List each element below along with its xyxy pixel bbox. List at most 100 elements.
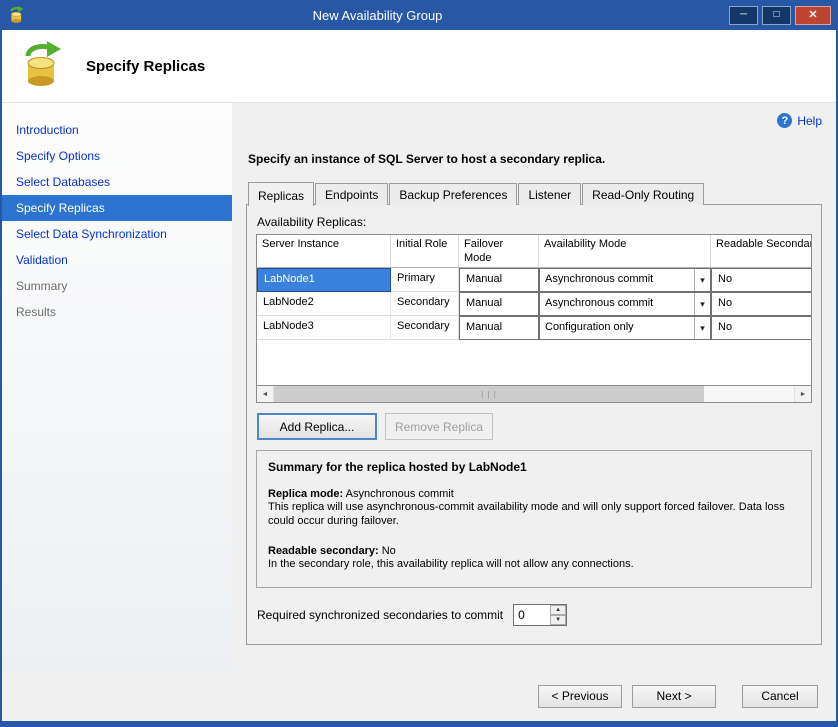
help-link[interactable]: Help	[797, 114, 822, 128]
sidebar-item-introduction[interactable]: Introduction	[2, 117, 232, 143]
availability-replicas-label: Availability Replicas:	[257, 215, 812, 229]
tab-backup-preferences[interactable]: Backup Preferences	[389, 183, 517, 205]
previous-button[interactable]: < Previous	[538, 685, 622, 708]
failover-mode-cell[interactable]: Manual	[459, 316, 539, 340]
column-header-initial-role[interactable]: Initial Role	[391, 235, 459, 267]
minimize-icon: ─	[740, 10, 747, 20]
sidebar-item-specify-options[interactable]: Specify Options	[2, 143, 232, 169]
replica-row-labnode1[interactable]: LabNode1 Primary Manual Asynchronous com…	[257, 268, 811, 292]
readable-secondary-cell[interactable]: No	[711, 316, 812, 340]
remove-replica-button: Remove Replica	[385, 413, 493, 440]
availability-mode-cell: Asynchronous commit ▾	[539, 268, 711, 292]
availability-mode-combo[interactable]: Asynchronous commit ▾	[540, 293, 710, 315]
sidebar-item-results: Results	[2, 299, 232, 325]
chevron-down-icon[interactable]: ▾	[694, 293, 710, 315]
replica-mode-line: Replica mode: Asynchronous commit	[268, 488, 800, 500]
sidebar-item-specify-replicas[interactable]: Specify Replicas	[2, 195, 232, 221]
help-row: ? Help	[246, 113, 822, 128]
readable-secondary-label: Readable secondary:	[268, 545, 379, 557]
window-controls: ─ □ ✕	[729, 6, 831, 25]
availability-group-icon	[20, 41, 66, 92]
wizard-header: Specify Replicas	[2, 30, 836, 103]
column-header-readable-secondary[interactable]: Readable Secondary	[711, 235, 812, 267]
wizard-steps-sidebar: Introduction Specify Options Select Data…	[2, 103, 232, 671]
chevron-down-icon[interactable]: ▾	[694, 317, 710, 339]
readable-secondary-value: No	[382, 545, 396, 557]
readable-secondary-cell[interactable]: No	[711, 292, 812, 316]
maximize-icon: □	[773, 10, 779, 20]
wizard-footer: < Previous Next > Cancel	[2, 671, 836, 721]
help-icon[interactable]: ?	[777, 113, 792, 128]
replica-mode-label: Replica mode:	[268, 488, 343, 500]
scroll-right-icon[interactable]: ►	[794, 386, 811, 402]
replica-row-labnode2[interactable]: LabNode2 Secondary Manual Asynchronous c…	[257, 292, 811, 316]
readable-secondary-description: In the secondary role, this availability…	[268, 558, 800, 572]
maximize-button[interactable]: □	[762, 6, 791, 25]
sidebar-item-validation[interactable]: Validation	[2, 247, 232, 273]
server-instance-cell[interactable]: LabNode1	[257, 268, 391, 292]
next-button[interactable]: Next >	[632, 685, 716, 708]
tab-strip: Replicas Endpoints Backup Preferences Li…	[246, 182, 822, 205]
page-title: Specify Replicas	[86, 58, 205, 75]
combo-value: Asynchronous commit	[540, 269, 694, 291]
replica-buttons-row: Add Replica... Remove Replica	[257, 413, 812, 440]
commit-secondaries-input[interactable]	[514, 605, 550, 625]
combo-value: Asynchronous commit	[540, 293, 694, 315]
horizontal-scrollbar[interactable]: ◄ | | | ►	[256, 386, 812, 403]
scroll-left-icon[interactable]: ◄	[257, 386, 274, 402]
summary-title: Summary for the replica hosted by LabNod…	[268, 460, 800, 474]
instruction-text: Specify an instance of SQL Server to hos…	[248, 152, 822, 166]
spinner-buttons: ▲ ▼	[550, 605, 566, 625]
replica-summary-panel: Summary for the replica hosted by LabNod…	[256, 450, 812, 588]
failover-mode-cell[interactable]: Manual	[459, 268, 539, 292]
spin-down-icon[interactable]: ▼	[550, 615, 566, 625]
availability-mode-cell: Asynchronous commit ▾	[539, 292, 711, 316]
failover-mode-cell[interactable]: Manual	[459, 292, 539, 316]
tab-read-only-routing[interactable]: Read-Only Routing	[582, 183, 704, 205]
replica-mode-description: This replica will use asynchronous-commi…	[268, 501, 800, 529]
replica-mode-value: Asynchronous commit	[346, 488, 454, 500]
scrollbar-grip-icon: | | |	[481, 390, 497, 399]
scrollbar-track[interactable]	[704, 386, 794, 402]
sidebar-item-summary: Summary	[2, 273, 232, 299]
commit-secondaries-label: Required synchronized secondaries to com…	[257, 608, 503, 622]
availability-replicas-grid: Server Instance Initial Role Failover Mo…	[256, 234, 812, 386]
close-icon: ✕	[808, 10, 817, 21]
replicas-tab-panel: Availability Replicas: Server Instance I…	[246, 204, 822, 645]
sidebar-item-select-data-synchronization[interactable]: Select Data Synchronization	[2, 221, 232, 247]
commit-secondaries-row: Required synchronized secondaries to com…	[257, 604, 812, 626]
scrollbar-thumb[interactable]: | | |	[274, 386, 704, 402]
initial-role-cell[interactable]: Secondary	[391, 316, 459, 340]
app-icon	[8, 6, 26, 24]
wizard-window: New Availability Group ─ □ ✕ Specify Rep…	[0, 0, 838, 727]
main-content: ? Help Specify an instance of SQL Server…	[232, 103, 836, 671]
minimize-button[interactable]: ─	[729, 6, 758, 25]
spin-up-icon[interactable]: ▲	[550, 605, 566, 615]
readable-secondary-cell[interactable]: No	[711, 268, 812, 292]
combo-value: Configuration only	[540, 317, 694, 339]
commit-secondaries-spinner[interactable]: ▲ ▼	[513, 604, 567, 626]
column-header-availability-mode[interactable]: Availability Mode	[539, 235, 711, 267]
availability-mode-cell: Configuration only ▾	[539, 316, 711, 340]
add-replica-button[interactable]: Add Replica...	[257, 413, 377, 440]
cancel-button[interactable]: Cancel	[742, 685, 818, 708]
window-title: New Availability Group	[26, 8, 729, 23]
server-instance-cell[interactable]: LabNode3	[257, 316, 391, 340]
availability-mode-combo[interactable]: Configuration only ▾	[540, 317, 710, 339]
tab-replicas[interactable]: Replicas	[248, 182, 314, 206]
initial-role-cell[interactable]: Primary	[391, 268, 459, 292]
tab-endpoints[interactable]: Endpoints	[315, 183, 388, 205]
initial-role-cell[interactable]: Secondary	[391, 292, 459, 316]
column-header-server-instance[interactable]: Server Instance	[257, 235, 391, 267]
availability-mode-combo[interactable]: Asynchronous commit ▾	[540, 269, 710, 291]
readable-secondary-line: Readable secondary: No	[268, 545, 800, 557]
chevron-down-icon[interactable]: ▾	[694, 269, 710, 291]
close-button[interactable]: ✕	[795, 6, 831, 25]
replica-row-labnode3[interactable]: LabNode3 Secondary Manual Configuration …	[257, 316, 811, 340]
titlebar[interactable]: New Availability Group ─ □ ✕	[2, 0, 836, 30]
grid-header-row: Server Instance Initial Role Failover Mo…	[257, 235, 811, 268]
sidebar-item-select-databases[interactable]: Select Databases	[2, 169, 232, 195]
column-header-failover-mode[interactable]: Failover Mode	[459, 235, 539, 267]
tab-listener[interactable]: Listener	[518, 183, 581, 205]
server-instance-cell[interactable]: LabNode2	[257, 292, 391, 316]
